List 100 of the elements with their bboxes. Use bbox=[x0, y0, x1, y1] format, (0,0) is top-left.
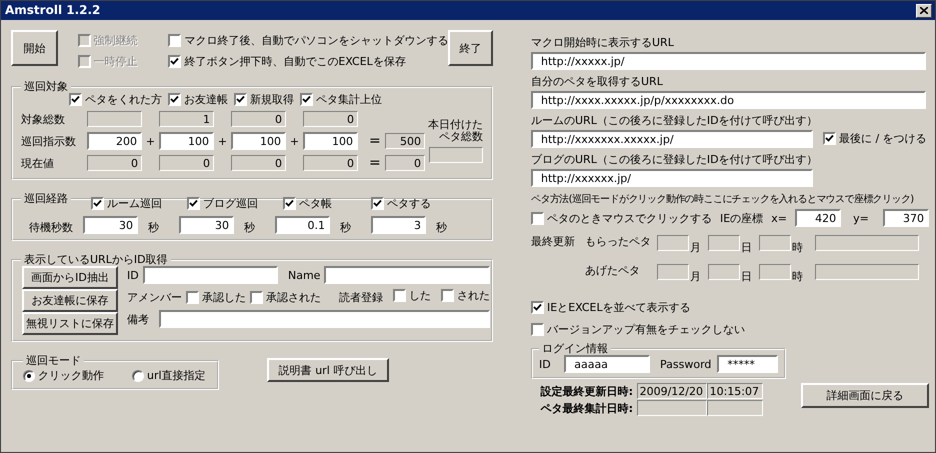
readonly-field bbox=[707, 400, 763, 416]
input-field[interactable]: 420 bbox=[794, 209, 842, 227]
field-label: x= bbox=[771, 212, 787, 224]
unit-label: 秒 bbox=[436, 220, 447, 234]
checkbox-label: 承認された bbox=[266, 290, 321, 304]
field-label: あげたペタ bbox=[585, 264, 641, 277]
input-field[interactable]: 3 bbox=[371, 216, 426, 234]
checkbox-label: 強制継続 bbox=[94, 34, 138, 47]
checkbox[interactable] bbox=[168, 93, 181, 106]
row-label: 対象総数 bbox=[21, 112, 66, 126]
input-field[interactable]: 100 bbox=[303, 132, 358, 150]
input-field[interactable]: 100 bbox=[159, 132, 214, 150]
action-button[interactable]: お友達帳に保存 bbox=[22, 289, 118, 312]
action-button[interactable]: 画面からID抽出 bbox=[22, 266, 118, 289]
group-title: 表示しているURLからID取得 bbox=[23, 253, 169, 266]
checkbox[interactable] bbox=[69, 93, 82, 106]
input-field[interactable] bbox=[159, 310, 490, 328]
input-field[interactable]: http://xxxxx.jp/ bbox=[531, 52, 926, 70]
field-label: Password bbox=[660, 358, 712, 370]
readonly-field: 2009/12/20 bbox=[637, 383, 707, 399]
checkbox[interactable] bbox=[823, 132, 836, 145]
readonly-field: 0 bbox=[231, 111, 286, 127]
unit-label: 秒 bbox=[148, 220, 159, 234]
checkbox-label: された bbox=[457, 289, 490, 302]
field-label: y= bbox=[853, 212, 869, 224]
checkbox[interactable] bbox=[186, 290, 199, 304]
checkbox-label: お友達帳 bbox=[184, 93, 228, 106]
close-button[interactable] bbox=[916, 4, 932, 18]
input-field[interactable]: 100 bbox=[231, 132, 286, 150]
readonly-field bbox=[708, 235, 740, 251]
end-button[interactable]: 終了 bbox=[448, 30, 493, 66]
input-field[interactable]: http://xxxxxx.jp/ bbox=[531, 169, 813, 187]
readonly-field: 0 bbox=[87, 155, 142, 171]
unit-label: 月 bbox=[689, 240, 702, 254]
readonly-field bbox=[637, 400, 707, 416]
checkbox-label: ペタのときマウスでクリックする bbox=[547, 212, 712, 224]
unit-label: 月 bbox=[689, 269, 702, 283]
checkbox[interactable] bbox=[283, 197, 296, 210]
checkbox[interactable] bbox=[300, 93, 313, 106]
input-field[interactable]: 30 bbox=[179, 216, 234, 234]
window-title: Amstroll 1.2.2 bbox=[5, 4, 100, 17]
field-label: Name bbox=[288, 268, 320, 282]
field-label: ID bbox=[127, 268, 140, 282]
input-field[interactable]: 370 bbox=[882, 209, 929, 227]
readonly-field bbox=[87, 111, 142, 127]
readonly-field bbox=[708, 264, 740, 280]
checkbox[interactable] bbox=[441, 289, 454, 302]
checkbox[interactable] bbox=[234, 93, 247, 106]
plus-sign: + bbox=[290, 134, 300, 148]
checkbox[interactable] bbox=[531, 212, 544, 224]
input-field[interactable] bbox=[324, 266, 490, 284]
readonly-field: 1 bbox=[159, 111, 214, 127]
row-label: 待機秒数 bbox=[28, 220, 74, 234]
input-field[interactable]: http://xxxxxxx.xxxxx.jp/ bbox=[531, 130, 813, 148]
manual-button[interactable]: 説明書 url 呼び出し bbox=[267, 358, 389, 382]
checkbox-label: ブログ巡回 bbox=[203, 197, 258, 210]
equals-sign: = bbox=[369, 156, 382, 170]
unit-label: 時 bbox=[791, 269, 804, 283]
field-label: マクロ開始時に表示するURL bbox=[531, 36, 674, 49]
checkbox[interactable] bbox=[531, 323, 544, 336]
input-field[interactable]: aaaaa bbox=[564, 355, 650, 373]
input-field[interactable]: 30 bbox=[83, 216, 138, 234]
input-field[interactable]: ***** bbox=[717, 355, 778, 373]
checkbox[interactable] bbox=[371, 197, 384, 210]
checkbox[interactable] bbox=[250, 290, 263, 304]
readonly-field: 0 bbox=[303, 155, 358, 171]
field-label: 自分のペタを取得するURL bbox=[531, 75, 663, 88]
readonly-field: 0 bbox=[385, 155, 425, 171]
checkbox[interactable] bbox=[393, 289, 406, 302]
checkbox-label: 新規取得 bbox=[250, 93, 294, 106]
row-label: 巡回指示数 bbox=[21, 134, 77, 148]
radio-button[interactable] bbox=[132, 370, 144, 382]
input-field[interactable]: 200 bbox=[87, 132, 142, 150]
input-field[interactable]: http://xxxx.xxxxx.jp/p/xxxxxxxx.do bbox=[531, 91, 926, 109]
field-label: ルームのURL（この後ろに登録したIDを付けて呼び出す） bbox=[531, 114, 818, 127]
input-field[interactable] bbox=[143, 266, 278, 284]
group-title: ログイン情報 bbox=[541, 342, 609, 355]
checkbox[interactable] bbox=[187, 197, 200, 210]
readonly-field: 10:15:07 bbox=[707, 383, 763, 399]
row-label: 現在値 bbox=[21, 156, 55, 170]
action-button[interactable]: 無視リストに保存 bbox=[22, 312, 118, 335]
checkbox[interactable] bbox=[168, 34, 182, 47]
checkbox-label: 一時停止 bbox=[94, 55, 138, 68]
checkbox-label: 終了ボタン押下時、自動でこのEXCELを保存 bbox=[184, 55, 406, 68]
checkbox-label: ルーム巡回 bbox=[107, 197, 162, 210]
checkbox-label: した bbox=[409, 289, 431, 302]
checkbox-label: マクロ終了後、自動でパソコンをシャットダウンする bbox=[184, 34, 448, 47]
plus-sign: + bbox=[146, 134, 156, 148]
back-button[interactable]: 詳細画面に戻る bbox=[801, 383, 929, 408]
checkbox-label: 最後に / をつける bbox=[839, 132, 927, 145]
radio-button[interactable] bbox=[23, 370, 35, 382]
readonly-field: 0 bbox=[159, 155, 214, 171]
readonly-field bbox=[657, 235, 689, 251]
input-field[interactable]: 0.1 bbox=[275, 216, 330, 234]
unit-label: 秒 bbox=[244, 220, 255, 234]
field-label: ブログのURL（この後ろに登録したIDを付けて呼び出す） bbox=[531, 153, 818, 166]
checkbox[interactable] bbox=[91, 197, 104, 210]
checkbox[interactable] bbox=[168, 55, 182, 68]
start-button[interactable]: 開始 bbox=[11, 30, 58, 66]
checkbox[interactable] bbox=[531, 301, 544, 314]
